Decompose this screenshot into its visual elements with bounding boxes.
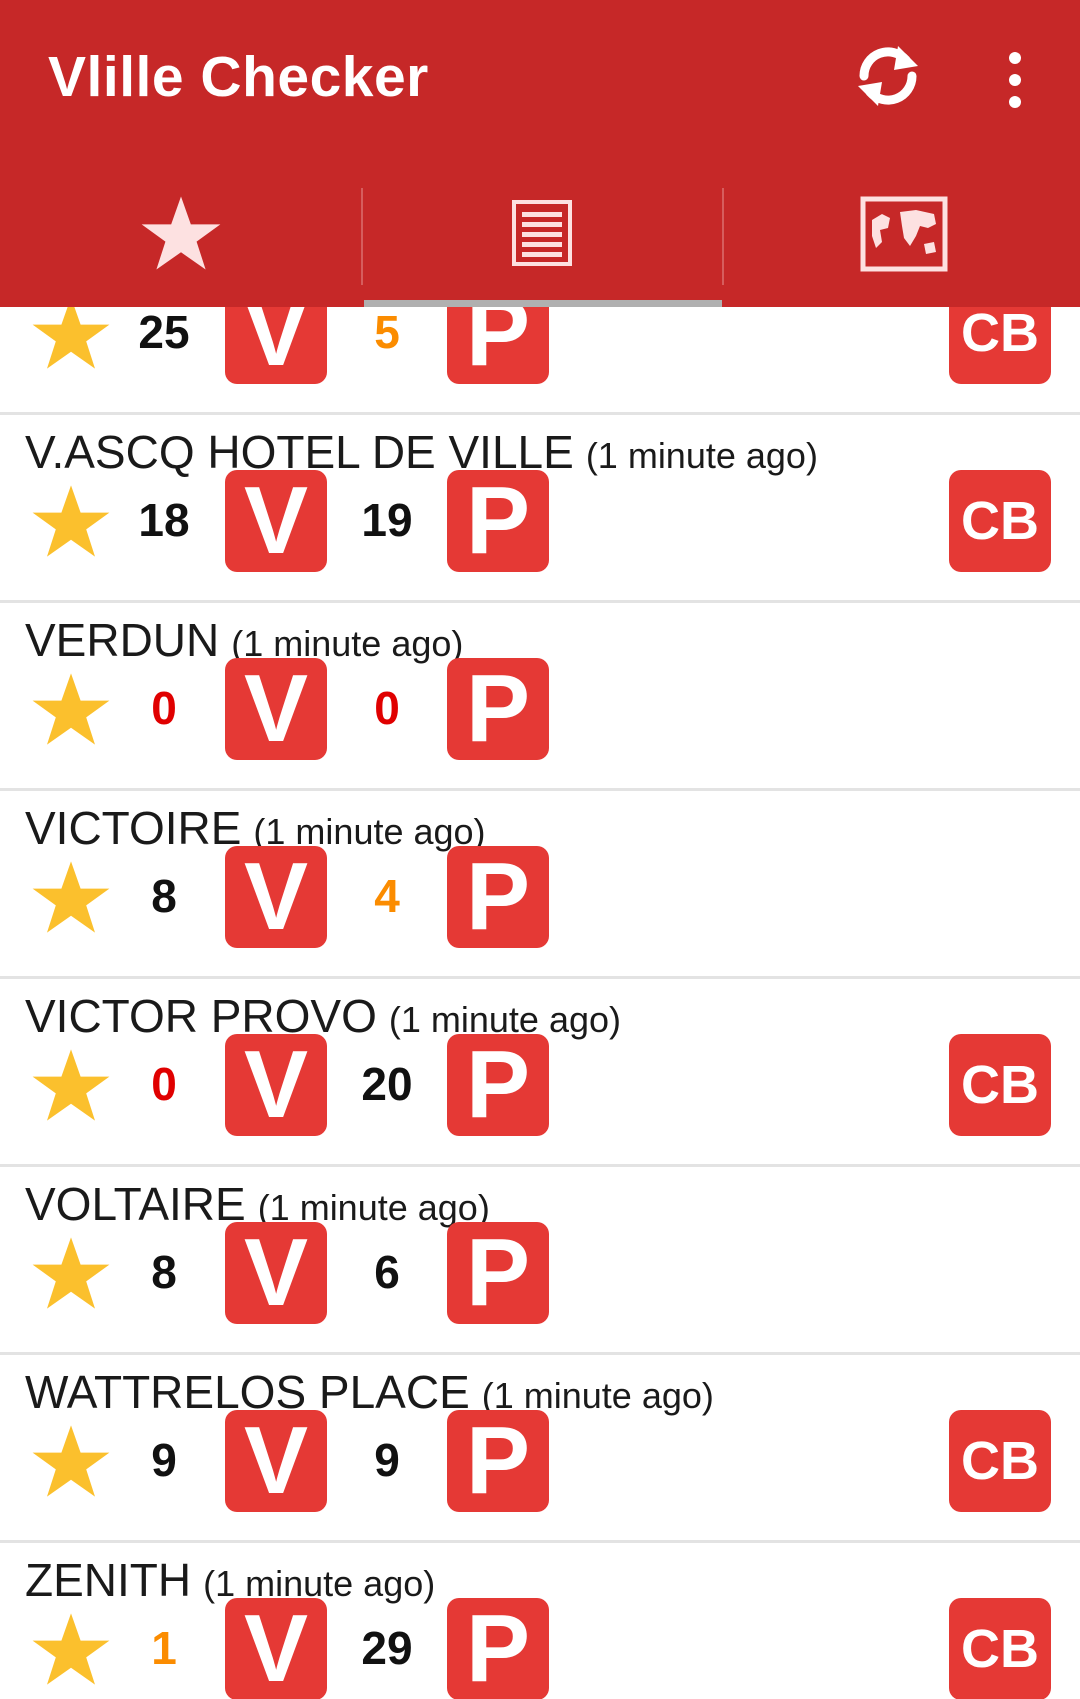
selected-tab-indicator (364, 300, 722, 307)
refresh-button[interactable] (848, 36, 928, 116)
places-badge: P (447, 843, 549, 950)
places-badge: P (447, 307, 549, 386)
map-icon (860, 196, 948, 272)
refresh-icon (858, 46, 918, 106)
favorite-star-icon[interactable] (31, 483, 111, 559)
places-badge: P (447, 1595, 549, 1699)
bikes-count: 8 (151, 1246, 177, 1298)
places-count: 9 (374, 1434, 400, 1486)
places-count: 0 (374, 682, 400, 734)
bikes-badge: V (225, 1595, 327, 1699)
places-count: 29 (361, 1622, 413, 1674)
station-item[interactable]: 25 V 5 P CB (0, 307, 1080, 415)
station-item[interactable]: VOLTAIRE (1 minute ago) 8 V 6 P (0, 1167, 1080, 1355)
overflow-menu-icon (1009, 52, 1021, 108)
bikes-badge: V (225, 655, 327, 762)
station-name-line: V.ASCQ HOTEL DE VILLE (1 minute ago) (25, 425, 818, 479)
places-count: 6 (374, 1246, 400, 1298)
bikes-badge: V (225, 843, 327, 950)
station-item[interactable]: ZENITH (1 minute ago) 1 V 29 P CB (0, 1543, 1080, 1699)
tab-list[interactable] (362, 170, 722, 307)
station-item[interactable]: VICTOIRE (1 minute ago) 8 V 4 P (0, 791, 1080, 979)
bikes-count: 9 (151, 1434, 177, 1486)
places-count: 4 (374, 870, 400, 922)
overflow-menu-button[interactable] (990, 50, 1040, 110)
bikes-count: 18 (138, 494, 190, 546)
station-item[interactable]: WATTRELOS PLACE (1 minute ago) 9 V 9 P CB (0, 1355, 1080, 1543)
station-item[interactable]: VICTOR PROVO (1 minute ago) 0 V 20 P CB (0, 979, 1080, 1167)
bikes-badge: V (225, 1219, 327, 1326)
credit-card-badge: CB (949, 307, 1051, 384)
station-name: VICTOR PROVO (25, 990, 377, 1042)
places-badge: P (447, 467, 549, 574)
tab-favorites[interactable] (0, 170, 360, 307)
station-name: ZENITH (25, 1554, 192, 1606)
favorite-star-icon[interactable] (31, 307, 111, 371)
bikes-badge: V (225, 1407, 327, 1514)
bikes-count: 1 (151, 1622, 177, 1674)
places-badge: P (447, 655, 549, 762)
app-title: Vlille Checker (48, 45, 429, 109)
station-name: VERDUN (25, 614, 220, 666)
station-item[interactable]: VERDUN (1 minute ago) 0 V 0 P (0, 603, 1080, 791)
favorite-star-icon[interactable] (31, 1235, 111, 1311)
credit-card-badge: CB (949, 1598, 1051, 1699)
places-badge: P (447, 1407, 549, 1514)
credit-card-badge: CB (949, 1034, 1051, 1136)
places-badge: P (447, 1219, 549, 1326)
bikes-count: 25 (138, 307, 190, 358)
star-icon (141, 196, 221, 270)
credit-card-badge: CB (949, 1410, 1051, 1512)
app-bar: Vlille Checker (0, 0, 1080, 307)
places-count: 20 (361, 1058, 413, 1110)
places-count: 19 (361, 494, 413, 546)
station-last-update: (1 minute ago) (585, 435, 818, 476)
favorite-star-icon[interactable] (31, 1047, 111, 1123)
bikes-badge: V (225, 1031, 327, 1138)
station-name: VOLTAIRE (25, 1178, 246, 1230)
favorite-star-icon[interactable] (31, 859, 111, 935)
list-icon (512, 200, 572, 266)
favorite-star-icon[interactable] (31, 671, 111, 747)
station-name: VICTOIRE (25, 802, 242, 854)
station-name-line: WATTRELOS PLACE (1 minute ago) (25, 1365, 714, 1419)
favorite-star-icon[interactable] (31, 1423, 111, 1499)
places-badge: P (447, 1031, 549, 1138)
station-list[interactable]: 25 V 5 P CB V.ASCQ HOTEL DE VILLE (1 minu… (0, 307, 1080, 1699)
bikes-badge: V (225, 307, 327, 386)
bikes-count: 8 (151, 870, 177, 922)
bikes-badge: V (225, 467, 327, 574)
places-count: 5 (374, 307, 400, 358)
station-item[interactable]: V.ASCQ HOTEL DE VILLE (1 minute ago) 18 V… (0, 415, 1080, 603)
bikes-count: 0 (151, 682, 177, 734)
favorite-star-icon[interactable] (31, 1611, 111, 1687)
bikes-count: 0 (151, 1058, 177, 1110)
tab-bar (0, 170, 1080, 307)
credit-card-badge: CB (949, 470, 1051, 572)
tab-map[interactable] (723, 170, 1080, 307)
